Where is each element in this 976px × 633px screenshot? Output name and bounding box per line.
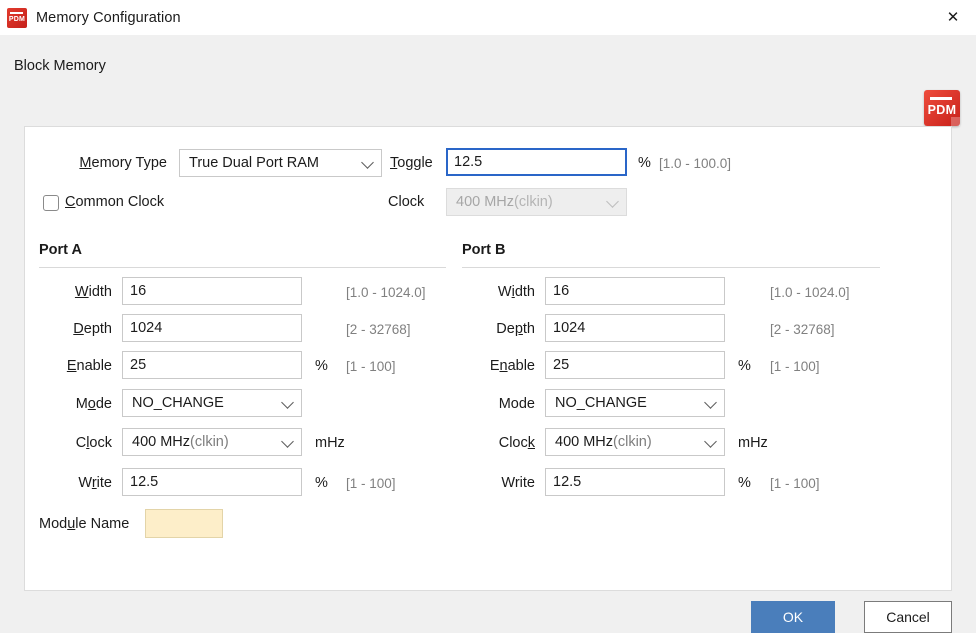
dialog-body: Block Memory PDM Memory Type True Dual P… [0, 35, 976, 633]
port-a-enable-label: Enable [66, 358, 112, 374]
port-a-clock-unit: mHz [315, 435, 345, 451]
port-b-write-label: Write [501, 475, 535, 491]
memory-type-select[interactable]: True Dual Port RAM [179, 149, 382, 177]
memory-type-value: True Dual Port RAM [189, 155, 319, 171]
close-icon[interactable]: ✕ [930, 0, 976, 35]
port-b-enable-input[interactable] [545, 351, 725, 379]
port-a-width-label: Width [74, 284, 112, 300]
port-a-width-input[interactable] [122, 277, 302, 305]
port-a-enable-unit: % [315, 358, 328, 374]
port-b-width-label: Width [497, 284, 535, 300]
port-a-mode-select[interactable]: NO_CHANGE [122, 389, 302, 417]
common-clock-checkbox[interactable] [43, 195, 59, 211]
port-a-depth-input[interactable] [122, 314, 302, 342]
window-title: Memory Configuration [36, 9, 181, 26]
port-a-mode-value: NO_CHANGE [132, 395, 224, 411]
port-b-enable-unit: % [738, 358, 751, 374]
memory-type-label-post: emory Type [91, 155, 168, 171]
toggle-label: Toggle [390, 155, 433, 171]
port-b-width-range-hint: [1.0 - 1024.0] [770, 285, 850, 300]
global-clock-value: 400 MHz [456, 194, 515, 210]
app-icon-bar [10, 11, 23, 14]
pdm-logo-bar [930, 97, 952, 100]
port-a-depth-range-hint: [2 - 32768] [346, 322, 411, 337]
port-b-write-input[interactable] [545, 468, 725, 496]
port-b-clock-unit: mHz [738, 435, 768, 451]
toggle-label-post: oggle [397, 155, 433, 171]
port-b-clock-label: Clock [498, 435, 535, 451]
chevron-down-icon [704, 435, 717, 448]
port-b-mode-value: NO_CHANGE [555, 395, 647, 411]
port-a-write-range-hint: [1 - 100] [346, 476, 396, 491]
global-clock-select[interactable]: 400 MHz (clkin) [446, 188, 627, 216]
app-icon-label: PDM [8, 15, 26, 23]
ok-button[interactable]: OK [751, 601, 835, 633]
port-a-write-input[interactable] [122, 468, 302, 496]
port-b-clock-value-sub: (clkin) [613, 434, 652, 450]
port-b-divider [462, 267, 880, 268]
port-a-mode-label: Mode [75, 396, 112, 412]
port-b-enable-label: Enable [489, 358, 535, 374]
module-name-input[interactable] [145, 509, 223, 538]
port-b-mode-label: Mode [498, 396, 535, 412]
port-b-clock-value: 400 MHz [555, 434, 614, 450]
page-title: Block Memory [14, 58, 106, 74]
pdm-logo-fold [951, 117, 960, 126]
toggle-input[interactable] [446, 148, 627, 176]
port-b-mode-select[interactable]: NO_CHANGE [545, 389, 725, 417]
title-bar: PDM Memory Configuration ✕ [0, 0, 976, 35]
memory-type-label: Memory Type [39, 155, 167, 171]
port-a-width-range-hint: [1.0 - 1024.0] [346, 285, 426, 300]
chevron-down-icon [281, 396, 294, 409]
global-clock-value-sub: (clkin) [514, 194, 553, 210]
chevron-down-icon [704, 396, 717, 409]
port-b-depth-label: Depth [496, 321, 535, 337]
port-a-write-unit: % [315, 475, 328, 491]
port-a-clock-label: Clock [75, 435, 112, 451]
module-name-label: Module Name [39, 516, 130, 532]
pdm-logo-icon: PDM [924, 90, 960, 126]
port-a-clock-select[interactable]: 400 MHz (clkin) [122, 428, 302, 456]
port-b-write-range-hint: [1 - 100] [770, 476, 820, 491]
port-b-depth-range-hint: [2 - 32768] [770, 322, 835, 337]
chevron-down-icon [361, 156, 374, 169]
settings-card: Memory Type True Dual Port RAM Toggle % … [24, 126, 952, 591]
toggle-unit: % [638, 155, 651, 171]
memory-type-label-accel: M [79, 155, 92, 171]
port-b-title: Port B [462, 242, 506, 258]
common-clock-label: Common Clock [65, 194, 164, 210]
port-a-divider [39, 267, 446, 268]
app-pdm-icon: PDM [7, 7, 27, 28]
chevron-down-icon [606, 195, 619, 208]
chevron-down-icon [281, 435, 294, 448]
port-a-title: Port A [39, 242, 82, 258]
port-b-clock-select[interactable]: 400 MHz (clkin) [545, 428, 725, 456]
port-b-write-unit: % [738, 475, 751, 491]
port-a-enable-range-hint: [1 - 100] [346, 359, 396, 374]
toggle-range-hint: [1.0 - 100.0] [659, 156, 732, 171]
cancel-button[interactable]: Cancel [864, 601, 952, 633]
common-clock-label-post: ommon Clock [75, 194, 165, 210]
port-a-clock-value: 400 MHz [132, 434, 191, 450]
port-a-write-label: Write [78, 475, 112, 491]
pdm-logo-label: PDM [927, 103, 957, 117]
port-a-enable-input[interactable] [122, 351, 302, 379]
common-clock-label-accel: C [65, 194, 76, 210]
port-b-enable-range-hint: [1 - 100] [770, 359, 820, 374]
port-a-depth-label: Depth [73, 321, 112, 337]
port-a-clock-value-sub: (clkin) [190, 434, 229, 450]
global-clock-label: Clock [388, 194, 425, 210]
port-b-depth-input[interactable] [545, 314, 725, 342]
port-b-width-input[interactable] [545, 277, 725, 305]
